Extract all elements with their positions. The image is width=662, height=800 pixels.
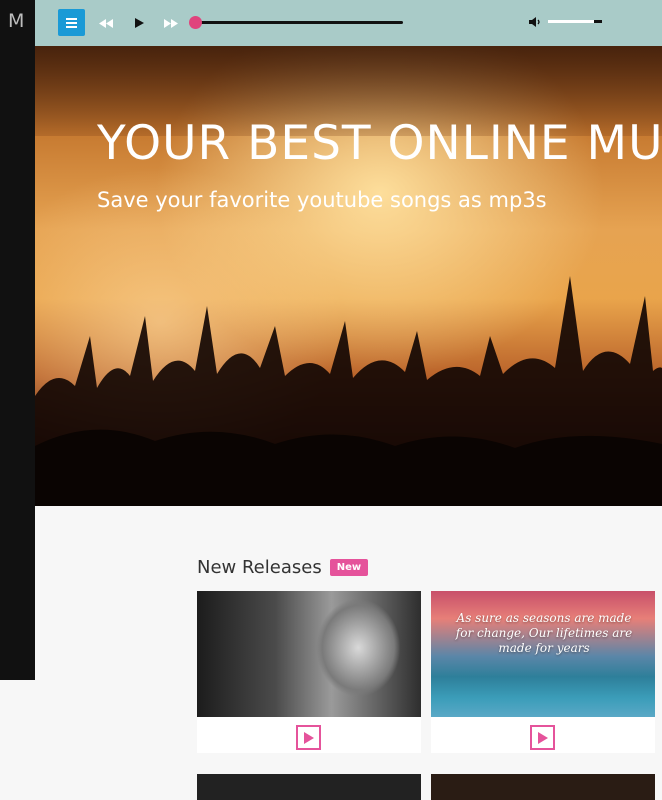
play-track-button[interactable] bbox=[530, 725, 555, 750]
play-track-button[interactable] bbox=[296, 725, 321, 750]
volume-fill bbox=[548, 20, 594, 23]
release-card[interactable] bbox=[197, 591, 421, 753]
progress-handle[interactable] bbox=[189, 16, 202, 29]
hamburger-icon bbox=[66, 17, 77, 28]
new-releases-header: New Releases New bbox=[197, 557, 369, 578]
rewind-icon bbox=[99, 18, 113, 28]
sidebar: M bbox=[0, 0, 35, 680]
concert-crowd-image bbox=[35, 276, 662, 506]
hero-title: YOUR BEST ONLINE MU bbox=[97, 116, 662, 171]
album-cover[interactable]: As sure as seasons are made for change, … bbox=[431, 591, 655, 717]
album-cover-quote: As sure as seasons are made for change, … bbox=[455, 611, 633, 655]
play-icon bbox=[303, 731, 314, 744]
release-card[interactable] bbox=[197, 774, 421, 800]
menu-button[interactable] bbox=[58, 9, 85, 36]
release-card[interactable]: As sure as seasons are made for change, … bbox=[431, 591, 655, 753]
album-cover[interactable] bbox=[197, 591, 421, 717]
volume-slider[interactable] bbox=[548, 20, 602, 23]
main-content: New Releases New As sure as seasons are … bbox=[35, 506, 662, 800]
site-logo[interactable]: M bbox=[8, 10, 24, 32]
fast-forward-icon bbox=[164, 18, 178, 28]
play-icon bbox=[537, 731, 548, 744]
volume-icon[interactable] bbox=[528, 15, 542, 29]
play-button[interactable] bbox=[129, 13, 149, 33]
new-badge: New bbox=[329, 559, 369, 576]
hero-subtitle: Save your favorite youtube songs as mp3s bbox=[97, 188, 547, 212]
play-icon bbox=[134, 18, 144, 28]
previous-track-button[interactable] bbox=[96, 13, 116, 33]
section-title: New Releases bbox=[197, 557, 322, 578]
release-card[interactable] bbox=[431, 774, 655, 800]
audio-player-bar bbox=[35, 0, 662, 46]
hero-banner: YOUR BEST ONLINE MU Save your favorite y… bbox=[35, 46, 662, 506]
next-track-button[interactable] bbox=[161, 13, 181, 33]
progress-bar[interactable] bbox=[189, 16, 403, 29]
